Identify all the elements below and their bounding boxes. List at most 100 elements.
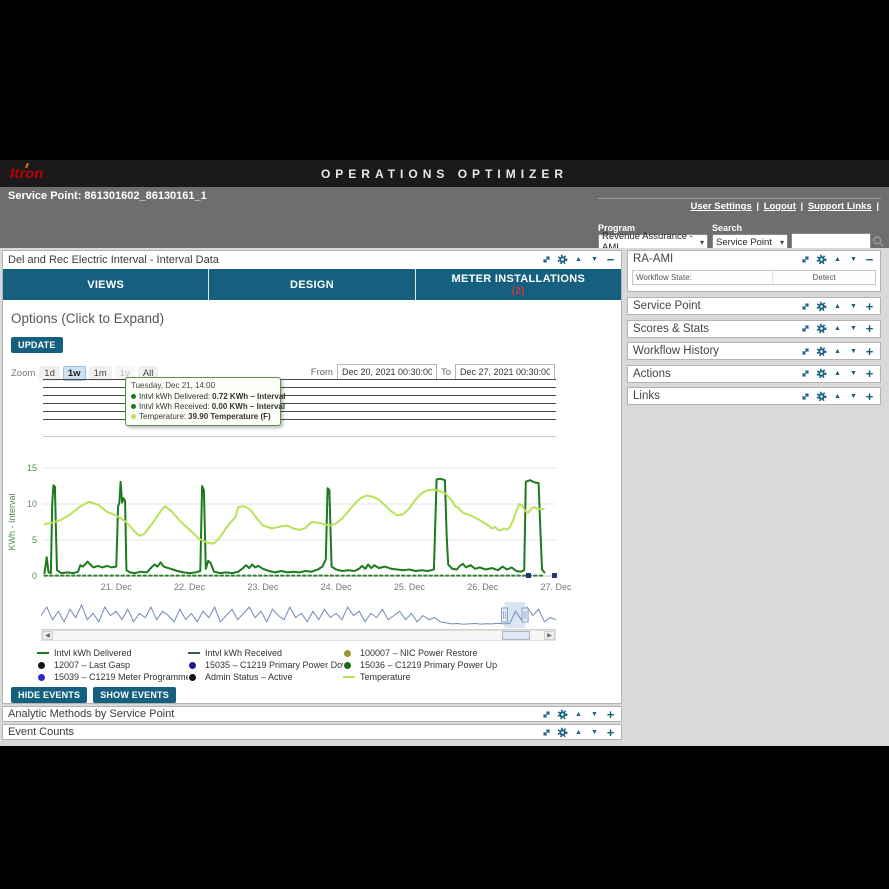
gear-icon[interactable] <box>816 368 827 379</box>
legend-item[interactable]: 15036 – C1219 Primary Power Up <box>343 659 597 671</box>
from-date-input[interactable] <box>337 364 437 380</box>
svg-text:10: 10 <box>27 499 37 509</box>
link-user-settings[interactable]: User Settings <box>691 201 752 212</box>
to-date-input[interactable] <box>455 364 555 380</box>
svg-text:KWh - Interval: KWh - Interval <box>7 493 17 550</box>
collapse-up-icon[interactable]: ▲ <box>573 709 584 720</box>
expand-plus-icon[interactable]: + <box>864 323 875 334</box>
svg-text:22. Dec: 22. Dec <box>174 582 206 592</box>
date-range: From To <box>311 364 555 380</box>
expand-icon[interactable] <box>800 368 811 379</box>
sidebar-panel-service-point: Service Point▲▼+ <box>627 297 881 315</box>
expand-plus-icon[interactable]: + <box>864 301 875 312</box>
legend-item[interactable]: Temperature <box>343 671 597 683</box>
gear-icon[interactable] <box>816 391 827 402</box>
expand-plus-icon[interactable]: + <box>864 368 875 379</box>
expand-icon[interactable] <box>800 254 811 265</box>
collapse-up-icon[interactable]: ▲ <box>832 346 843 357</box>
collapse-minus-icon[interactable]: − <box>864 254 875 265</box>
link-logout[interactable]: Logout <box>764 201 796 212</box>
event-lane <box>43 403 556 404</box>
collapse-down-icon[interactable]: ▼ <box>848 391 859 402</box>
expand-icon[interactable] <box>800 301 811 312</box>
search-icon[interactable] <box>872 235 885 248</box>
collapse-up-icon[interactable]: ▲ <box>832 301 843 312</box>
sidebar-panel-icons: ▲ ▼− <box>800 254 875 265</box>
options-expander[interactable]: Options (Click to Expand) <box>11 311 621 326</box>
legend-label: Intvl kWh Delivered <box>54 648 132 658</box>
collapse-down-icon[interactable]: ▼ <box>848 368 859 379</box>
legend-item[interactable]: 12007 – Last Gasp <box>37 659 188 671</box>
sub-header: Service Point: 861301602_86130161_1 User… <box>0 187 889 248</box>
to-label: To <box>441 367 451 378</box>
collapse-up-icon[interactable]: ▲ <box>832 323 843 334</box>
chart-navigator[interactable] <box>41 600 556 630</box>
series-dot-icon <box>131 394 136 399</box>
collapse-up-icon[interactable]: ▲ <box>832 391 843 402</box>
collapse-down-icon[interactable]: ▼ <box>848 301 859 312</box>
collapse-minus-icon[interactable]: − <box>605 254 616 265</box>
scroll-right-arrow-icon[interactable]: ▶ <box>544 631 555 640</box>
legend-item[interactable]: Intvl kWh Delivered <box>37 647 188 659</box>
expand-icon[interactable] <box>541 727 552 738</box>
expand-icon[interactable] <box>541 709 552 720</box>
expand-plus-icon[interactable]: + <box>864 346 875 357</box>
collapse-down-icon[interactable]: ▼ <box>589 709 600 720</box>
legend-item[interactable]: Intvl kWh Received <box>188 647 343 659</box>
chart-legend: Intvl kWh Delivered Intvl kWh Received100… <box>37 647 597 683</box>
chevron-down-icon: ▾ <box>780 238 784 247</box>
legend-item[interactable]: 15039 – C1219 Meter Programmed <box>37 671 188 683</box>
tab-label: VIEWS <box>87 279 124 291</box>
legend-item[interactable]: Admin Status – Active <box>188 671 343 683</box>
collapse-up-icon[interactable]: ▲ <box>832 254 843 265</box>
update-button[interactable]: UPDATE <box>11 337 63 353</box>
collapse-down-icon[interactable]: ▼ <box>848 254 859 265</box>
collapse-down-icon[interactable]: ▼ <box>848 346 859 357</box>
collapse-up-icon[interactable]: ▲ <box>832 368 843 379</box>
gear-icon[interactable] <box>557 727 568 738</box>
hide-events-button[interactable]: HIDE EVENTS <box>11 687 87 703</box>
collapse-up-icon[interactable]: ▲ <box>573 727 584 738</box>
tab-bar: VIEWS DESIGNMETER INSTALLATIONS(2) <box>3 268 621 300</box>
legend-label: 15035 – C1219 Primary Power Down <box>205 660 343 670</box>
tab-views[interactable]: VIEWS <box>3 269 208 300</box>
chart-scrollbar[interactable]: ◀ ▶ <box>41 630 556 641</box>
event-counts-title: Event Counts <box>8 726 541 738</box>
interval-chart-svg: 051015KWh - Interval21. Dec22. Dec23. De… <box>3 456 578 601</box>
collapse-up-icon[interactable]: ▲ <box>573 254 584 265</box>
tab-meter-installations[interactable]: METER INSTALLATIONS(2) <box>415 269 621 300</box>
collapse-down-icon[interactable]: ▼ <box>589 254 600 265</box>
gear-icon[interactable] <box>816 254 827 265</box>
gear-icon[interactable] <box>816 323 827 334</box>
svg-text:21. Dec: 21. Dec <box>101 582 133 592</box>
event-lane <box>43 411 556 412</box>
scrollbar-thumb[interactable] <box>502 631 531 640</box>
link-support-links[interactable]: Support Links <box>808 201 872 212</box>
show-events-button[interactable]: SHOW EVENTS <box>93 687 176 703</box>
gear-icon[interactable] <box>816 346 827 357</box>
content-area: Del and Rec Electric Interval - Interval… <box>0 248 889 746</box>
gear-icon[interactable] <box>557 709 568 720</box>
gear-icon[interactable] <box>816 301 827 312</box>
analytic-methods-title: Analytic Methods by Service Point <box>8 708 541 720</box>
event-lane <box>43 379 556 380</box>
expand-plus-icon[interactable]: + <box>605 727 616 738</box>
legend-item[interactable]: 15035 – C1219 Primary Power Down <box>188 659 343 671</box>
scroll-left-arrow-icon[interactable]: ◀ <box>42 631 53 640</box>
gear-icon[interactable] <box>557 254 568 265</box>
expand-icon[interactable] <box>800 346 811 357</box>
expand-icon[interactable] <box>800 391 811 402</box>
tab-badge: (2) <box>512 286 525 297</box>
collapse-down-icon[interactable]: ▼ <box>589 727 600 738</box>
expand-plus-icon[interactable]: + <box>605 709 616 720</box>
interval-chart[interactable]: 051015KWh - Interval21. Dec22. Dec23. De… <box>3 456 578 606</box>
tab-design[interactable]: DESIGN <box>208 269 414 300</box>
sidebar-panel-title: Scores & Stats <box>633 323 800 335</box>
search-input[interactable] <box>791 233 871 249</box>
expand-plus-icon[interactable]: + <box>864 391 875 402</box>
expand-icon[interactable] <box>541 254 552 265</box>
expand-icon[interactable] <box>800 323 811 334</box>
collapse-down-icon[interactable]: ▼ <box>848 323 859 334</box>
chevron-down-icon: ▾ <box>700 238 704 247</box>
legend-item[interactable]: 100007 – NIC Power Restore <box>343 647 597 659</box>
